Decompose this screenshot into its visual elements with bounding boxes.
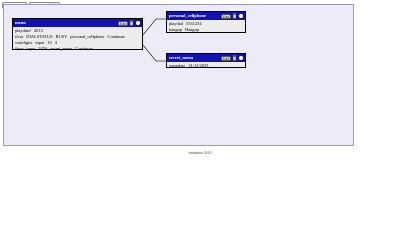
module-menu[interactable]: menu Edit playdtmf 2013 ifvar DIALSTATUS BU…: [12, 18, 143, 53]
wire-menu-to-personal-cellphone: [142, 18, 166, 36]
input-port-icon[interactable]: [238, 13, 244, 19]
module-body: playdtmf 2013 ifvar DIALSTATUS BUSY personal…: [13, 27, 142, 53]
trash-icon[interactable]: [232, 55, 237, 61]
module-personal-cellphone[interactable]: personal_cellphone Edit playdial 5551234 …: [166, 11, 246, 33]
module-header[interactable]: menu Edit: [13, 19, 142, 27]
module-header[interactable]: personal_cellphone Edit: [167, 12, 245, 20]
module-title: personal_cellphone: [169, 13, 207, 18]
footer-text: Ivrstation 2013: [188, 151, 212, 155]
module-title: menu: [15, 20, 26, 25]
trash-icon[interactable]: [232, 13, 237, 19]
command-line: ifvar DIALSTATUS BUSY personal_cellphone Con…: [15, 33, 125, 39]
input-port-icon[interactable]: [238, 55, 244, 61]
module-body: jumpdate 31/12/2033: [167, 62, 245, 70]
module-body: playdial 5551234 hangup Hangup: [167, 20, 245, 34]
edit-button[interactable]: Edit: [220, 55, 231, 61]
command-line: hangup Hangup: [169, 26, 199, 32]
module-secret-menu[interactable]: secret_menu Edit jumpdate 31/12/2033: [166, 53, 246, 68]
trash-icon[interactable]: [129, 20, 134, 26]
command-line: ifvar input 3456 secret_menu Continuar: [15, 45, 93, 51]
module-title: secret_menu: [169, 55, 194, 60]
command-line: jumpdate 31/12/2033: [169, 63, 209, 68]
wire-menu-to-secret-menu: [142, 44, 166, 62]
input-port-icon[interactable]: [135, 20, 141, 26]
module-header[interactable]: secret_menu Edit: [167, 54, 245, 62]
ivr-canvas[interactable]: menu Edit playdtmf 2013 ifvar DIALSTATUS BU…: [3, 4, 354, 146]
edit-button[interactable]: Edit: [220, 13, 231, 19]
edit-button[interactable]: Edit: [117, 20, 128, 26]
